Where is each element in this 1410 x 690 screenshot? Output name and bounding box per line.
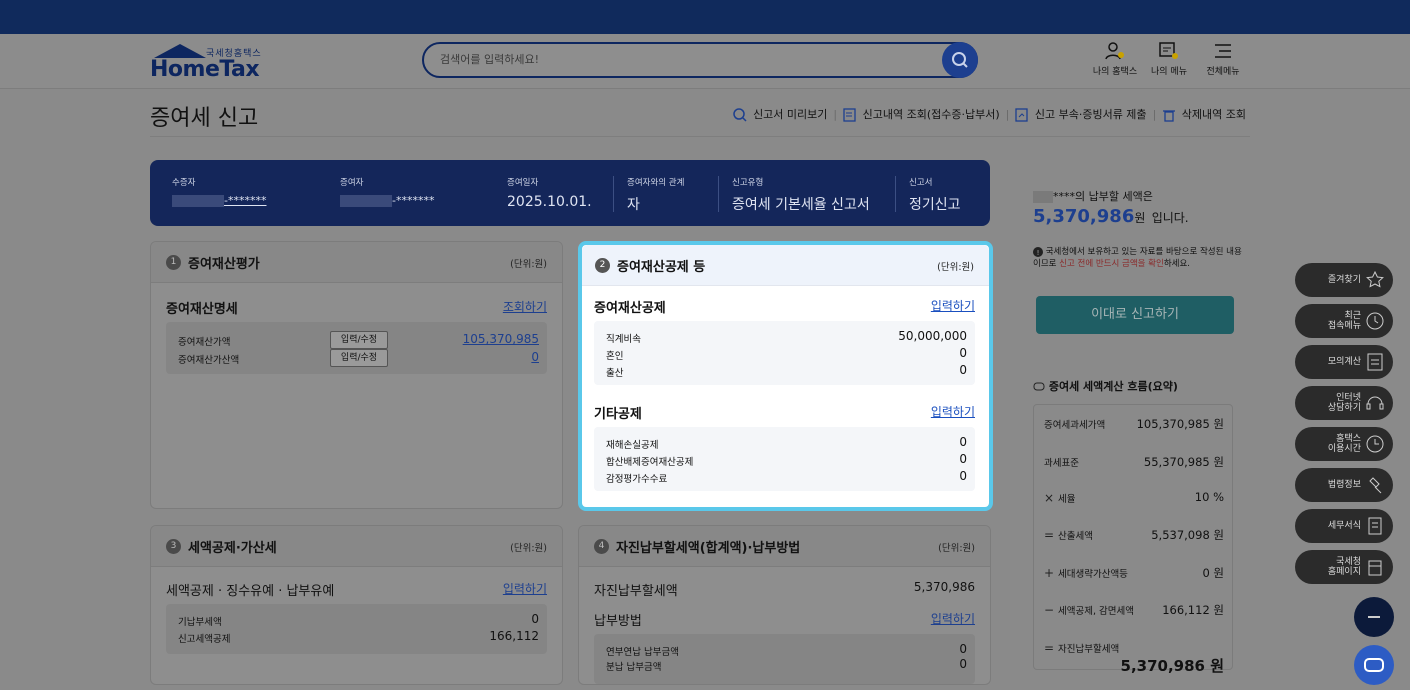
report-info-bar: 수증자 -******* 증여자 -******* 증여일자 2025.10.0…	[150, 160, 990, 226]
masked-name	[1033, 191, 1053, 203]
info-icon: !	[1033, 246, 1043, 257]
all-menu-label: 전체메뉴	[1206, 67, 1240, 77]
top-banner	[0, 0, 1410, 34]
chat-icon	[1033, 382, 1045, 391]
list-item: 감정평가수수료 0	[606, 469, 967, 485]
page-title: 증여세 신고	[150, 106, 259, 131]
search-input[interactable]	[438, 52, 922, 67]
user-icon	[1105, 42, 1124, 60]
minus-icon	[1368, 616, 1380, 618]
my-menu-label: 나의 메뉴	[1151, 67, 1187, 77]
fab-forms[interactable]: 세무서식	[1295, 509, 1393, 543]
search-icon	[952, 52, 968, 68]
input-link[interactable]: 입력하기	[503, 580, 547, 597]
clock-icon	[1366, 312, 1384, 330]
list-item: 직계비속 50,000,000	[606, 329, 967, 345]
robot-icon	[1364, 658, 1384, 672]
attach-link[interactable]: 신고 부속·증빙서류 제출	[1035, 108, 1147, 121]
card-gift-deduction: 2 증여재산공제 등 (단위:원) 증여재산공제 입력하기 직계비속 50,000…	[578, 241, 993, 511]
info-form: 신고서 정기신고	[909, 178, 961, 213]
fab-law[interactable]: 법령정보	[1295, 468, 1393, 502]
input-link[interactable]: 입력하기	[931, 297, 975, 314]
preview-link[interactable]: 신고서 미리보기	[753, 108, 827, 121]
fab-hours[interactable]: 홈택스 이용시간	[1295, 427, 1393, 461]
info-donee: 수증자 -*******	[172, 178, 267, 207]
logo-title: HomeTax	[150, 57, 260, 82]
top-links: 신고서 미리보기 | 신고내역 조회(접수증·납부서) | 신고 부속·증빙서류 제…	[733, 106, 1250, 122]
list-item: + 세대생략가산액등 0 원	[1044, 566, 1224, 580]
deleted-history-link[interactable]: 삭제내역 조회	[1182, 108, 1246, 121]
list-item: 과세표준 55,370,985 원	[1044, 455, 1224, 469]
all-menu-button[interactable]: 전체메뉴	[1198, 40, 1248, 77]
my-hometax-button[interactable]: 나의 홈택스	[1090, 40, 1140, 77]
list-item: 혼인 0	[606, 346, 967, 362]
my-menu-button[interactable]: 나의 메뉴	[1144, 40, 1194, 77]
card-title: 증여재산평가	[188, 257, 260, 272]
list-item: = 산출세액 5,537,098 원	[1044, 528, 1224, 542]
info-date: 증여일자 2025.10.01.	[507, 178, 592, 210]
history-icon	[842, 108, 856, 122]
input-link[interactable]: 입력하기	[931, 403, 975, 420]
list-item: − 세액공제, 감면세액 166,112 원	[1044, 603, 1224, 617]
list-item: 증여재산가액 입력/수정 105,370,985	[178, 331, 539, 349]
info-donor: 증여자 -*******	[340, 178, 435, 207]
edit-button[interactable]: 입력/수정	[330, 331, 388, 349]
card-title: 증여재산공제 등	[617, 260, 706, 275]
trash-icon	[1162, 110, 1175, 122]
collapse-fab-button[interactable]	[1354, 597, 1394, 637]
notice-text: ! 국세청에서 보유하고 있는 자료를 바탕으로 작성된 내용이므로 신고 전에…	[1033, 246, 1242, 269]
svg-text:!: !	[1037, 249, 1040, 257]
my-menu-icon	[1159, 42, 1178, 59]
fab-calculator[interactable]: 모의계산	[1295, 345, 1393, 379]
list-item: 연부연납 납부금액 0	[606, 642, 967, 658]
document-icon	[1368, 517, 1382, 535]
my-hometax-label: 나의 홈택스	[1092, 67, 1138, 77]
history-link[interactable]: 신고내역 조회(접수증·납부서)	[863, 108, 1000, 121]
info-type: 신고유형 증여세 기본세율 신고서	[732, 178, 870, 213]
card-title: 자진납부할세액(합계액)·납부방법	[616, 541, 801, 556]
edit-button[interactable]: 입력/수정	[330, 349, 388, 367]
fab-nts-home[interactable]: 국세청 홈페이지	[1295, 550, 1393, 584]
list-item: 증여세과세가액 105,370,985 원	[1044, 417, 1224, 431]
hamburger-icon	[1215, 44, 1231, 58]
list-item: × 세율 10 %	[1044, 490, 1224, 505]
gavel-icon	[1369, 477, 1382, 494]
hometax-logo[interactable]: 국세청홈택스 HomeTax	[150, 44, 270, 82]
payable-amount: 5,370,986원 입니다.	[1033, 206, 1189, 227]
headset-icon	[1366, 396, 1384, 410]
attach-icon	[1015, 108, 1028, 122]
input-link[interactable]: 입력하기	[931, 610, 975, 627]
calculator-icon	[1367, 353, 1383, 371]
fab-favorites[interactable]: 즐겨찾기	[1295, 263, 1393, 297]
tax-flow-list: 증여세과세가액 105,370,985 원 과세표준 55,370,985 원 × 세…	[1033, 404, 1233, 675]
list-item: 분납 납부금액 0	[606, 657, 967, 673]
chatbot-button[interactable]	[1354, 645, 1394, 685]
list-item: 재해손실공제 0	[606, 435, 967, 451]
building-icon	[1368, 560, 1382, 576]
list-item: 합산배제증여재산공제 0	[606, 452, 967, 468]
list-item: 기납부세액 0	[178, 612, 539, 628]
card-payment: 4 자진납부할세액(합계액)·납부방법 (단위:원) 자진납부할세액 5,370…	[578, 525, 991, 685]
title-bar: 증여세 신고 신고서 미리보기 | 신고내역 조회(접수증·납부서) | 신고 부속…	[150, 98, 1250, 137]
search-bar	[422, 42, 978, 78]
search-button[interactable]	[942, 42, 978, 78]
star-icon	[1366, 270, 1384, 288]
info-relation: 증여자와의 관계 자	[627, 178, 685, 213]
card-tax-credit: 3 세액공제·가산세 (단위:원) 세액공제 · 징수유예 · 납부유예 입력하…	[150, 525, 563, 685]
view-link[interactable]: 조회하기	[503, 298, 547, 315]
fab-consult[interactable]: 인터넷 상담하기	[1295, 386, 1393, 420]
list-item: = 자진납부할세액 5,370,986 원	[1044, 641, 1224, 675]
time-icon	[1366, 435, 1384, 453]
list-item: 증여재산가산액 입력/수정 0	[178, 349, 539, 367]
list-item: 출산 0	[606, 363, 967, 379]
card-title: 세액공제·가산세	[188, 541, 277, 556]
fab-recent[interactable]: 최근 접속메뉴	[1295, 304, 1393, 338]
preview-icon	[733, 108, 747, 122]
submit-report-button[interactable]: 이대로 신고하기	[1036, 296, 1234, 334]
tax-summary-panel: ****의 납부할 세액은 5,370,986원 입니다. ! 국세청에서 보유…	[1033, 190, 1242, 675]
card-gift-property-valuation: 1 증여재산평가 (단위:원) 증여재산명세 조회하기 증여재산가액 입력/수정…	[150, 241, 563, 509]
list-item: 신고세액공제 166,112	[178, 629, 539, 645]
logo-roof-icon	[154, 44, 206, 58]
flow-title: 증여세 세액계산 흐름(요약)	[1033, 378, 1178, 394]
